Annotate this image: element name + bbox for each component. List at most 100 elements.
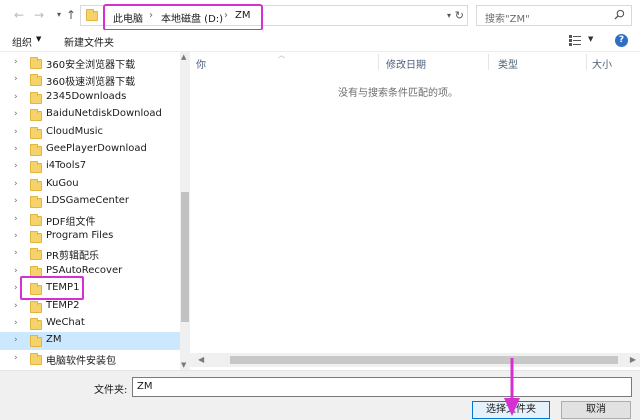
tree-item[interactable]: › ZM: [0, 332, 180, 350]
command-bar: 组织 ▼ 新建文件夹 ▼ ?: [0, 30, 640, 52]
expand-chevron-icon[interactable]: ›: [14, 248, 18, 258]
navigation-pane[interactable]: › 360安全浏览器下载 › 360极速浏览器下载 › 2345Downloads › Bai…: [0, 52, 190, 370]
expand-chevron-icon[interactable]: ›: [14, 266, 18, 276]
expand-chevron-icon[interactable]: ›: [14, 231, 18, 241]
organize-caret-icon[interactable]: ▼: [36, 35, 41, 43]
back-arrow-icon[interactable]: ←: [12, 8, 26, 22]
expand-chevron-icon[interactable]: ›: [14, 214, 18, 224]
column-divider[interactable]: [488, 54, 489, 70]
folder-icon: [30, 196, 42, 209]
expand-chevron-icon[interactable]: ›: [14, 57, 18, 67]
tree-item[interactable]: › PDF组文件: [0, 211, 180, 228]
address-dropdown-chevron-icon[interactable]: ▾: [447, 11, 451, 20]
folder-icon: [86, 9, 98, 21]
tree-item-label: 2345Downloads: [46, 90, 127, 102]
tree-item-label: i4Tools7: [46, 160, 87, 172]
column-divider[interactable]: [378, 54, 379, 70]
tree-item[interactable]: › Program Files: [0, 228, 180, 245]
column-header-modified[interactable]: 修改日期: [386, 56, 426, 71]
scrollbar-thumb[interactable]: [181, 192, 189, 322]
folder-icon: [30, 144, 42, 156]
expand-chevron-icon[interactable]: ›: [14, 109, 18, 119]
folder-icon: [30, 109, 42, 122]
tree-item-label: PR剪辑配乐: [46, 251, 99, 263]
tree-item[interactable]: › i4Tools7: [0, 158, 180, 175]
expand-chevron-icon[interactable]: ›: [14, 318, 18, 328]
breadcrumb-highlight-box: [103, 4, 263, 31]
address-bar[interactable]: 此电脑 › 本地磁盘 (D:) › ZM ▾ ↻: [80, 4, 468, 31]
expand-chevron-icon[interactable]: ›: [14, 353, 18, 363]
folder-icon: [30, 74, 42, 87]
tree-item[interactable]: › KuGou: [0, 176, 180, 193]
file-list-pane[interactable]: ︿ 你 修改日期 类型 大小 没有与搜索条件匹配的项。: [190, 51, 640, 370]
search-placeholder: 搜索"ZM": [485, 14, 530, 25]
scroll-left-arrow-icon[interactable]: ◀: [198, 355, 204, 364]
expand-chevron-icon[interactable]: ›: [14, 161, 18, 171]
column-divider[interactable]: [586, 54, 587, 70]
sort-caret-icon: ︿: [278, 51, 285, 59]
tree-item[interactable]: › WeChat: [0, 315, 180, 332]
tree-item[interactable]: › LDSGameCenter: [0, 193, 180, 210]
tree-item-label: TEMP2: [46, 299, 80, 311]
tree-item-label: LDSGameCenter: [46, 195, 130, 207]
scroll-up-arrow-icon[interactable]: ▲: [181, 53, 186, 61]
column-header-size[interactable]: 大小: [592, 56, 612, 71]
expand-chevron-icon[interactable]: ›: [14, 179, 18, 189]
tree-item[interactable]: › 360极速浏览器下载: [0, 71, 180, 88]
dialog-footer: 文件夹: ZM 选择文件夹 取消: [0, 370, 640, 420]
folder-icon: [30, 91, 42, 104]
navigation-scrollbar[interactable]: ▲ ▼: [180, 52, 190, 370]
horizontal-scrollbar-thumb[interactable]: [230, 356, 618, 364]
tree-item-label: WeChat: [46, 317, 85, 328]
expand-chevron-icon[interactable]: ›: [14, 335, 18, 345]
cancel-button[interactable]: 取消: [561, 401, 631, 419]
annotation-arrow-icon: [504, 358, 520, 416]
tree-item[interactable]: › TEMP2: [0, 298, 180, 315]
expand-chevron-icon[interactable]: ›: [14, 283, 18, 293]
expand-chevron-icon[interactable]: ›: [14, 301, 18, 311]
folder-icon: [30, 300, 42, 313]
tree-item[interactable]: › 电脑软件安装包: [0, 350, 180, 367]
folder-icon: [30, 213, 42, 226]
tree-item[interactable]: › 2345Downloads: [0, 89, 180, 106]
tree-item-label: 电脑软件安装包: [46, 355, 116, 367]
horizontal-scrollbar[interactable]: ◀ ▶: [190, 353, 640, 367]
tree-item-label: 360极速浏览器下载: [46, 77, 136, 89]
new-folder-button[interactable]: 新建文件夹: [64, 34, 114, 49]
folder-icon: [30, 57, 42, 69]
up-arrow-icon[interactable]: ↑: [64, 8, 78, 22]
empty-folder-message: 没有与搜索条件匹配的项。: [338, 88, 458, 99]
folder-icon: [30, 335, 42, 348]
view-options-icon[interactable]: [569, 35, 581, 46]
folder-icon: [30, 318, 42, 330]
folder-icon: [30, 161, 42, 174]
refresh-icon[interactable]: ↻: [455, 9, 464, 22]
column-header-type[interactable]: 类型: [498, 56, 518, 71]
expand-chevron-icon[interactable]: ›: [14, 196, 18, 206]
scroll-right-arrow-icon[interactable]: ▶: [630, 355, 636, 364]
scroll-down-arrow-icon[interactable]: ▼: [181, 361, 186, 369]
column-header-name[interactable]: 你: [196, 56, 206, 71]
tree-item-label: ZM: [46, 334, 62, 346]
help-icon[interactable]: ?: [615, 34, 628, 47]
folder-name-label: 文件夹:: [94, 385, 128, 396]
forward-arrow-icon[interactable]: →: [32, 8, 46, 22]
expand-chevron-icon[interactable]: ›: [14, 74, 18, 84]
expand-chevron-icon[interactable]: ›: [14, 144, 18, 154]
folder-icon: [30, 248, 42, 261]
search-box[interactable]: 搜索"ZM": [476, 5, 632, 26]
view-options-caret-icon[interactable]: ▼: [588, 35, 593, 43]
expand-chevron-icon[interactable]: ›: [14, 127, 18, 137]
address-row: ← → ▾ ↑ 此电脑 › 本地磁盘 (D:) › ZM ▾ ↻ 搜索"ZM": [0, 0, 640, 31]
tree-item[interactable]: › PR剪辑配乐: [0, 245, 180, 262]
tree-item-label: CloudMusic: [46, 125, 104, 137]
tree-item[interactable]: › 360安全浏览器下载: [0, 54, 180, 71]
tree-item[interactable]: › GeePlayerDownload: [0, 141, 180, 158]
folder-icon: [30, 178, 42, 191]
tree-item[interactable]: › BaiduNetdiskDownload: [0, 106, 180, 123]
folder-name-input[interactable]: ZM: [132, 377, 632, 397]
organize-button[interactable]: 组织: [12, 34, 32, 49]
tree-item[interactable]: › CloudMusic: [0, 124, 180, 141]
expand-chevron-icon[interactable]: ›: [14, 92, 18, 102]
folder-icon: [30, 352, 42, 365]
